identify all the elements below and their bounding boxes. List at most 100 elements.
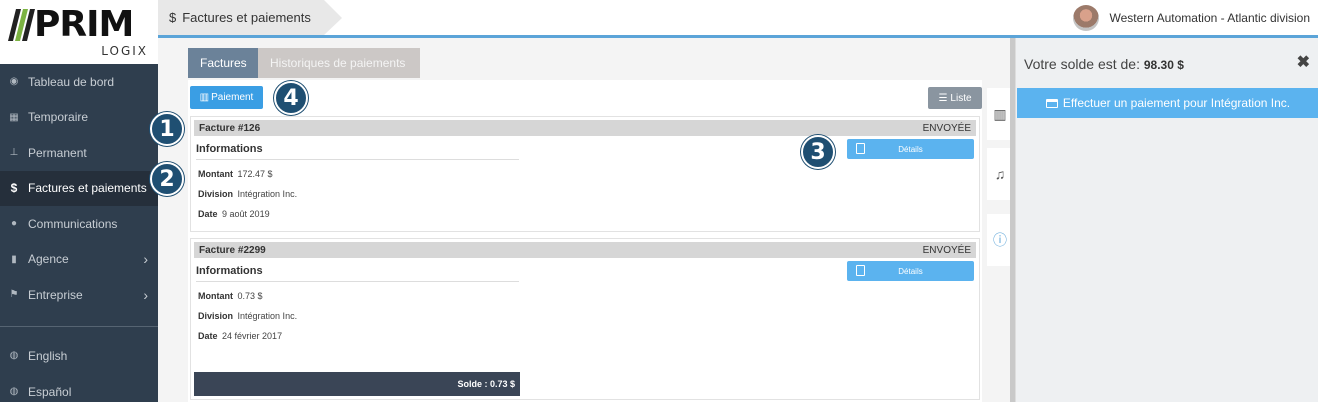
close-icon[interactable]: ✖ [1297,52,1310,72]
date-value: 9 août 2019 [222,209,270,219]
pdf-icon [856,265,865,276]
invoices-panel: ▥ Paiement ☰ Liste Facture #126 ENVOYÉE … [188,80,982,402]
sidebar: PRIM LOGIX ◉ Tableau de bord ▦ Temporair… [0,0,158,402]
bell-icon: ♫ [994,166,1006,182]
details-button[interactable]: Détails [847,139,974,159]
breadcrumb: $ Factures et paiements [158,0,342,35]
comments-icon: ● [10,218,18,230]
globe-icon: ◍ [9,386,19,398]
language-label: Español [28,384,72,399]
sidebar-item-agency[interactable]: ▮ Agence › [0,242,158,278]
user-menu[interactable]: Western Automation - Atlantic division [1073,5,1310,31]
division-value: Intégration Inc. [237,189,298,199]
status-badge: ENVOYÉE [922,244,971,256]
sidebar-item-label: Permanent [28,145,87,160]
invoice-balance: Solde : 0.73 $ [194,372,520,396]
sidebar-item-label: Entreprise [28,287,83,302]
sidebar-nav: ◉ Tableau de bord ▦ Temporaire ⊥ Permane… [0,64,158,313]
language-english[interactable]: ◍ English [0,338,158,374]
logo[interactable]: PRIM LOGIX [0,0,158,64]
sidebar-item-label: Factures et paiements [28,181,147,196]
language-spanish[interactable]: ◍ Español [0,374,158,402]
date-label: Date [198,331,218,341]
invoice-card: Facture #126 ENVOYÉE Informations Montan… [190,116,980,232]
annotation-badge-4: 4 [274,81,308,115]
pay-company-label: Effectuer un paiement pour Intégration I… [1062,96,1291,110]
sidebar-item-dashboard[interactable]: ◉ Tableau de bord [0,64,158,100]
sidebar-divider [0,326,158,327]
sidebar-item-label: Tableau de bord [28,74,115,89]
amount-value: 0.73 $ [237,291,263,301]
invoice-header: Facture #2299 ENVOYÉE [194,242,976,258]
top-header: $ Factures et paiements Western Automati… [158,0,1318,38]
invoice-division-row: Division Intégration Inc. [198,311,297,321]
balance-text: Votre solde est de: 98.30 $ [1024,56,1184,72]
division-value: Intégration Inc. [237,311,298,321]
invoice-info-title: Informations [196,265,519,282]
invoice-number: Facture #2299 [199,244,266,256]
sidebar-item-temporary[interactable]: ▦ Temporaire [0,100,158,136]
amount-label: Montant [198,291,233,301]
date-label: Date [198,209,218,219]
sidebar-item-label: Agence [28,252,69,267]
list-view-button[interactable]: ☰ Liste [928,87,982,109]
logo-mark [8,9,35,41]
invoice-amount-row: Montant 0.73 $ [198,291,263,301]
invoice-date-row: Date 9 août 2019 [198,209,270,219]
sidebar-item-invoices[interactable]: $ Factures et paiements [0,170,158,206]
amount-label: Montant [198,169,233,179]
pin-icon: ⊥ [9,147,19,159]
avatar [1073,5,1100,31]
payment-button[interactable]: ▥ Paiement [190,86,263,109]
invoice-header: Facture #126 ENVOYÉE [194,120,976,136]
invoice-info-title: Informations [196,143,519,160]
invoice-date-row: Date 24 février 2017 [198,331,282,341]
dollar-icon: $ [10,181,18,196]
details-label: Détails [898,144,923,154]
logo-subtext: LOGIX [101,44,148,58]
tab-invoices[interactable]: Factures [188,48,258,78]
balance-label: Votre solde est de: [1024,56,1140,72]
balance-value: 98.30 $ [1143,58,1184,72]
tab-payment-history[interactable]: Historiques de paiements [258,48,420,78]
pdf-icon [856,143,865,154]
sidebar-item-communications[interactable]: ● Communications [0,206,158,242]
status-badge: ENVOYÉE [922,122,971,134]
payment-button-label: Paiement [211,92,254,103]
invoice-icon: ▥ [993,105,1007,122]
amount-value: 172.47 $ [237,169,273,179]
credit-card-icon [1045,98,1058,108]
user-name: Western Automation - Atlantic division [1109,11,1310,25]
dollar-icon: $ [169,10,177,25]
details-button[interactable]: Détails [847,261,974,281]
annotation-badge-2: 2 [150,162,184,196]
chevron-right-icon: › [143,286,148,303]
invoice-card: Facture #2299 ENVOYÉE Informations Monta… [190,238,980,400]
list-view-label: Liste [950,92,972,104]
sidebar-item-company[interactable]: ⚑ Entreprise › [0,277,158,313]
chevron-right-icon: › [143,251,148,268]
language-label: English [28,348,68,363]
balance-panel: Votre solde est de: 98.30 $ ✖ Effectuer … [1015,38,1318,402]
flag-icon: ⚑ [9,289,19,301]
help-icon: ⓘ [993,232,1007,248]
division-label: Division [198,189,234,199]
sidebar-item-permanent[interactable]: ⊥ Permanent [0,135,158,171]
invoice-division-row: Division Intégration Inc. [198,189,297,199]
sidebar-item-label: Temporaire [28,110,89,125]
sidebar-item-label: Communications [28,216,118,231]
division-label: Division [198,311,234,321]
breadcrumb-label: Factures et paiements [182,10,311,25]
invoice-number: Facture #126 [199,122,261,134]
annotation-badge-1: 1 [150,112,184,146]
date-value: 24 février 2017 [222,331,283,341]
payment-icon: ▥ [199,92,210,103]
calendar-icon: ▦ [9,111,19,123]
pay-company-button[interactable]: Effectuer un paiement pour Intégration I… [1017,88,1318,118]
annotation-badge-3: 3 [801,135,835,169]
building-icon: ▮ [11,253,17,265]
globe-icon: ◍ [9,350,19,362]
details-label: Détails [898,266,923,276]
list-icon: ☰ [938,92,948,104]
dashboard-icon: ◉ [9,76,19,88]
